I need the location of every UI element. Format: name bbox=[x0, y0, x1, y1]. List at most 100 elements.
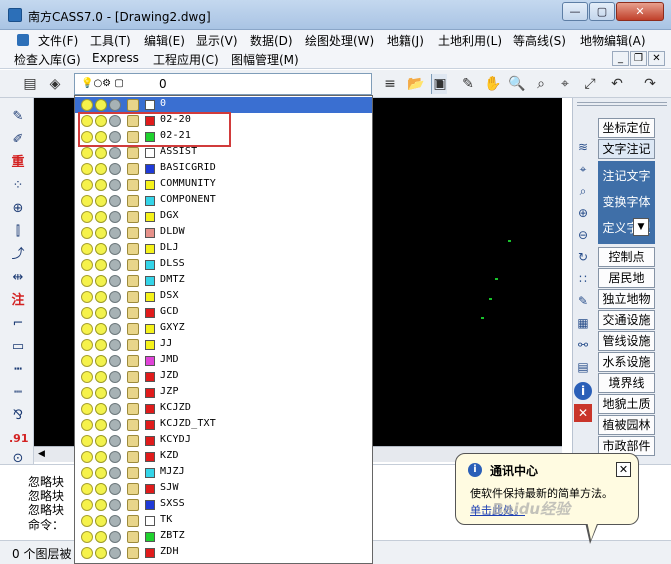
bulb-icon[interactable] bbox=[81, 323, 93, 335]
bulb-icon[interactable] bbox=[81, 259, 93, 271]
submenu-chevron-down-icon[interactable]: ▼ bbox=[633, 218, 649, 236]
lock-icon[interactable] bbox=[127, 259, 139, 271]
layers-icon[interactable]: ≋ bbox=[574, 138, 592, 156]
submenu-annotate-text[interactable]: 注记文字 bbox=[598, 167, 655, 184]
lock-icon[interactable] bbox=[127, 499, 139, 511]
layer-row[interactable]: KCJZD_TXT bbox=[75, 417, 372, 433]
bulb-icon[interactable] bbox=[81, 435, 93, 447]
layer-row[interactable]: JZP bbox=[75, 385, 372, 401]
info-icon[interactable]: i bbox=[574, 382, 592, 400]
freeze-icon[interactable] bbox=[95, 339, 107, 351]
bulb-icon[interactable] bbox=[81, 467, 93, 479]
freeze-icon[interactable] bbox=[95, 179, 107, 191]
gear-icon[interactable] bbox=[109, 355, 121, 367]
lock-icon[interactable] bbox=[127, 323, 139, 335]
gear-icon[interactable] bbox=[109, 371, 121, 383]
gear-icon[interactable] bbox=[109, 307, 121, 319]
bulb-icon[interactable] bbox=[81, 275, 93, 287]
layer-row[interactable]: KCJZD bbox=[75, 401, 372, 417]
menu-engineering[interactable]: 工程应用(C) bbox=[153, 51, 219, 68]
layer-row[interactable]: DLDW bbox=[75, 225, 372, 241]
link-icon[interactable]: ⚯ bbox=[574, 336, 592, 354]
decimal-icon[interactable]: .91 bbox=[9, 430, 29, 448]
gear-icon[interactable] bbox=[109, 195, 121, 207]
bulb-icon[interactable] bbox=[81, 371, 93, 383]
boundary-line-button[interactable]: 境界线 bbox=[598, 373, 655, 393]
lock-icon[interactable] bbox=[127, 467, 139, 479]
gear-icon[interactable] bbox=[109, 163, 121, 175]
doc-close-icon[interactable]: ✕ bbox=[648, 51, 665, 66]
table-icon[interactable]: ▤ bbox=[574, 358, 592, 376]
lock-icon[interactable] bbox=[127, 275, 139, 287]
layer-color-swatch[interactable] bbox=[145, 372, 155, 382]
layer-row[interactable]: TK bbox=[75, 513, 372, 529]
layer-color-swatch[interactable] bbox=[145, 340, 155, 350]
tool-icon-14[interactable]: ⅋ bbox=[9, 407, 27, 425]
gear-icon[interactable] bbox=[109, 467, 121, 479]
lock-icon[interactable] bbox=[127, 355, 139, 367]
layer-manager-icon[interactable]: ▤ bbox=[20, 74, 40, 94]
command-prompt[interactable]: 命令： bbox=[28, 516, 64, 533]
maximize-button[interactable]: ▢ bbox=[589, 2, 615, 21]
bulb-icon[interactable] bbox=[81, 515, 93, 527]
bulb-icon[interactable] bbox=[81, 99, 93, 111]
menu-feature-edit[interactable]: 地物编辑(A) bbox=[580, 32, 646, 49]
freeze-icon[interactable] bbox=[95, 419, 107, 431]
redo-char-icon[interactable]: 重 bbox=[9, 154, 27, 172]
zoom-previous-icon[interactable]: ⌖ bbox=[555, 74, 575, 94]
bulb-icon[interactable] bbox=[81, 147, 93, 159]
freeze-icon[interactable] bbox=[95, 323, 107, 335]
pan-hand-icon[interactable]: ✋ bbox=[483, 74, 503, 94]
freeze-icon[interactable] bbox=[95, 227, 107, 239]
tool-icon-7[interactable]: ⤴ bbox=[9, 246, 27, 264]
gear-icon[interactable] bbox=[109, 243, 121, 255]
freeze-icon[interactable] bbox=[95, 243, 107, 255]
gear-icon[interactable] bbox=[109, 515, 121, 527]
freeze-icon[interactable] bbox=[95, 467, 107, 479]
layer-color-swatch[interactable] bbox=[145, 548, 155, 558]
bulb-icon[interactable] bbox=[81, 531, 93, 543]
gear-icon[interactable] bbox=[109, 451, 121, 463]
tool-icon-4[interactable]: ⁘ bbox=[9, 177, 27, 195]
freeze-icon[interactable] bbox=[95, 403, 107, 415]
layer-row[interactable]: BASICGRID bbox=[75, 161, 372, 177]
lock-icon[interactable] bbox=[127, 403, 139, 415]
residential-button[interactable]: 居民地 bbox=[598, 268, 655, 288]
layer-row[interactable]: COMPONENT bbox=[75, 193, 372, 209]
lock-icon[interactable] bbox=[127, 515, 139, 527]
layer-row[interactable]: 0 bbox=[75, 97, 372, 113]
freeze-icon[interactable] bbox=[95, 515, 107, 527]
freeze-icon[interactable] bbox=[95, 275, 107, 287]
gear-icon[interactable] bbox=[109, 211, 121, 223]
lock-icon[interactable] bbox=[127, 227, 139, 239]
menu-data[interactable]: 数据(D) bbox=[250, 32, 293, 49]
layer-row[interactable]: COMMUNITY bbox=[75, 177, 372, 193]
lock-icon[interactable] bbox=[127, 419, 139, 431]
tool-icon-12[interactable]: ┅ bbox=[9, 361, 27, 379]
freeze-icon[interactable] bbox=[95, 99, 107, 111]
menu-landuse[interactable]: 土地利用(L) bbox=[438, 32, 502, 49]
tool-icon-2[interactable]: ✐ bbox=[9, 131, 27, 149]
lock-icon[interactable] bbox=[127, 531, 139, 543]
linetype-icon[interactable]: ≡ bbox=[380, 74, 400, 94]
open-icon[interactable]: 📂 bbox=[406, 74, 426, 94]
freeze-icon[interactable] bbox=[95, 371, 107, 383]
lock-icon[interactable] bbox=[127, 451, 139, 463]
gear-icon[interactable] bbox=[109, 259, 121, 271]
find-icon[interactable]: ⌕ bbox=[574, 182, 592, 200]
freeze-icon[interactable] bbox=[95, 547, 107, 559]
gear-icon[interactable] bbox=[109, 499, 121, 511]
freeze-icon[interactable] bbox=[95, 307, 107, 319]
layer-color-swatch[interactable] bbox=[145, 468, 155, 478]
freeze-icon[interactable] bbox=[95, 291, 107, 303]
menu-cadastre[interactable]: 地籍(J) bbox=[387, 32, 424, 49]
layer-color-swatch[interactable] bbox=[145, 100, 155, 110]
layer-color-swatch[interactable] bbox=[145, 356, 155, 366]
freeze-icon[interactable] bbox=[95, 451, 107, 463]
lock-icon[interactable] bbox=[127, 483, 139, 495]
freeze-icon[interactable] bbox=[95, 531, 107, 543]
bulb-icon[interactable] bbox=[81, 339, 93, 351]
transport-button[interactable]: 交通设施 bbox=[598, 310, 655, 330]
menu-sheet[interactable]: 图幅管理(M) bbox=[231, 51, 299, 68]
vegetation-button[interactable]: 植被园林 bbox=[598, 415, 655, 435]
